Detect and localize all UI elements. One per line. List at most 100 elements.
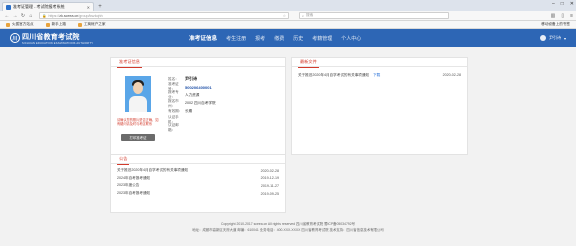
nav-item-profile[interactable]: 个人中心 [341,35,361,42]
browser-toolbar: ▥ ▯ ≡ [551,13,573,19]
notice-date: 2020-02-28 [442,73,461,77]
user-name: 尹引诗 [548,35,561,40]
announcement-list: 关于推迟2020年4月自学考试的有关事项通知 2020-02-28 2024年自考… [111,164,285,197]
site-logo[interactable]: 川 四川省教育考试院 SICHUAN EDUCATION EXAMINATION… [10,32,93,45]
list-item: 关于推迟2020年4月自学考试的有关事项通知 下载 2020-02-28 [292,71,467,79]
bookmark-star-icon[interactable]: ☆ [283,14,286,18]
bookmark-icon [6,22,10,27]
candidate-photo [125,76,151,112]
url-field[interactable]: 🔒 https:// zk.sceea.cn /group/kszkqhh ☆ [39,12,289,19]
announcements-panel: 公告 关于推迟2020年4月自学考试的有关事项通知 2020-02-28 2024… [110,155,286,213]
tab-title: 准考证管理 - 考试院报考系统 [13,4,65,9]
logo-english: SICHUAN EDUCATION EXAMINATIONS AUTHORITY [22,41,94,45]
field-value: 尹引诗 [185,76,197,82]
field-value: 500206400001 [185,84,212,90]
forward-icon[interactable]: → [11,13,19,19]
field-label: 报名市州： [168,98,179,108]
chevron-down-icon: ▾ [563,35,566,41]
bookmark-icon [77,22,82,27]
search-placeholder: 搜索 [306,13,314,17]
user-menu[interactable]: 尹引诗 ▾ [539,35,566,41]
announcement-date: 2020-02-28 [260,168,279,173]
announcement-title[interactable]: 2024年自考报考通知 [117,176,150,181]
latest-files-panel: 最新文件 关于推迟2020年4月自学考试的有关事项通知 下载 2020-02-2… [291,57,468,155]
nav-item-apply[interactable]: 报考 [255,35,265,42]
bookmark-item[interactable]: 新手上路 [45,22,66,27]
panel-header: 准考证信息 [111,57,285,68]
field-label: 认证邮箱： [168,123,179,133]
minimize-icon[interactable]: – [552,1,555,7]
menu-icon[interactable]: ≡ [570,13,573,19]
list-item: 2024年自考报考通知 2019-12-19 [111,175,285,183]
panel-header: 最新文件 [292,57,467,68]
logo-text: 四川省教育考试院 [22,33,80,41]
favicon-icon [6,4,11,10]
panel-title: 最新文件 [298,57,319,68]
announcement-title[interactable]: 2023年自考报考通知 [117,191,150,196]
bookmark-icon [45,22,50,27]
announcement-date: 2019-09-25 [260,191,279,196]
nav-item-records[interactable]: 考籍管理 [312,35,332,42]
print-admission-button[interactable]: 打印准考证 [121,134,155,141]
nav-item-payment[interactable]: 缴费 [274,35,284,42]
panel-title: 准考证信息 [117,57,142,68]
new-tab-button[interactable]: + [96,3,104,11]
reload-icon[interactable]: ↻ [19,13,27,19]
announcement-date: 2019-11-27 [260,183,279,188]
announcement-date: 2019-12-19 [260,176,279,181]
field-row: 认证邮箱： [168,123,216,133]
list-item: 2023年度公告 2019-11-27 [111,182,285,190]
browser-tabbar: 准考证管理 - 考试院报考系统 ✕ + – □ ✕ [0,0,576,11]
bookmark-item[interactable]: 工商帐户之家 [77,22,106,27]
bookmarks-bar: 火狐官方站点 新手上路 工商帐户之家 移动设备上的书签 [0,21,576,29]
nav-item-admission[interactable]: 准考证信息 [189,34,217,42]
bookmark-item[interactable]: 火狐官方站点 [6,22,34,27]
url-host: zk.sceea.cn [59,13,79,18]
field-row: 报名市州： 2002 四川自考学院 [168,98,216,108]
close-window-icon[interactable]: ✕ [570,1,574,7]
field-label: 有效期： [168,109,183,114]
back-icon[interactable]: ← [3,13,11,19]
url-prefix: https:// [48,13,60,18]
bookmark-label: 火狐官方站点 [12,22,34,26]
panel-title: 公告 [117,154,130,165]
url-path: /group/kszkqhh [78,13,103,18]
admission-info-panel: 准考证信息 请确认您的照片是否正确，如有疑问请及时与考区联系 打印准考证 姓名：… [110,57,286,155]
announcement-title[interactable]: 关于推迟2020年4月自学考试的有关事项通知 [117,168,188,173]
search-input[interactable]: ⌕ 搜索 [299,12,449,19]
panel-header: 公告 [111,154,285,165]
main-nav: 准考证信息 考生注册 报考 缴费 历史 考籍管理 个人中心 [189,34,361,43]
window-controls: – □ ✕ [552,1,574,7]
bookmark-label: 新手上路 [51,22,66,26]
field-value: 2002 四川自考学院 [185,101,216,106]
site-header: 川 四川省教育考试院 SICHUAN EDUCATION EXAMINATION… [0,29,576,47]
bookmark-label: 移动设备上的书签 [541,22,570,26]
home-icon[interactable]: ⌂ [27,13,35,19]
announcement-title[interactable]: 2023年度公告 [117,183,139,188]
maximize-icon[interactable]: □ [561,1,564,7]
search-icon: ⌕ [302,13,305,18]
mobile-bookmarks[interactable]: 移动设备上的书签 [541,22,570,27]
site-footer: Copyright 2010-2017 sceea.cn All rights … [0,222,576,233]
close-tab-icon[interactable]: ✕ [87,5,90,10]
nav-item-register[interactable]: 考生注册 [226,35,246,42]
avatar [539,35,546,41]
address-bar-row: ← → ↻ ⌂ 🔒 https:// zk.sceea.cn /group/ks… [0,11,576,21]
list-item: 2023年自考报考通知 2019-09-25 [111,190,285,198]
library-icon[interactable]: ▥ [551,13,556,19]
lock-icon: 🔒 [42,13,47,18]
notice-title[interactable]: 关于推迟2020年4月自学考试的有关事项通知 [298,73,369,78]
nav-item-history[interactable]: 历史 [293,35,303,42]
list-item: 关于推迟2020年4月自学考试的有关事项通知 2020-02-28 [111,167,285,175]
field-value: 人力资源 [185,92,200,97]
candidate-fields: 姓名： 尹引诗 准考证号： 500206400001 报考专业： 人力资源 报名市州：… [168,75,216,132]
emblem-icon: 川 [10,33,20,43]
photo-warning: 请确认您的照片是否正确，如有疑问请及时与考区联系 [117,118,159,127]
footer-address: 地址：成都市高新区天府大道 邮编：610041 业务电话：400-XXX-XXX… [192,227,384,232]
download-link[interactable]: 下载 [373,73,380,78]
sidebar-icon[interactable]: ▯ [561,13,564,19]
bookmark-label: 工商帐户之家 [83,22,106,26]
field-value: 长期 [185,109,193,114]
browser-tab[interactable]: 准考证管理 - 考试院报考系统 ✕ [2,2,94,11]
field-label: 姓名： [168,76,179,81]
